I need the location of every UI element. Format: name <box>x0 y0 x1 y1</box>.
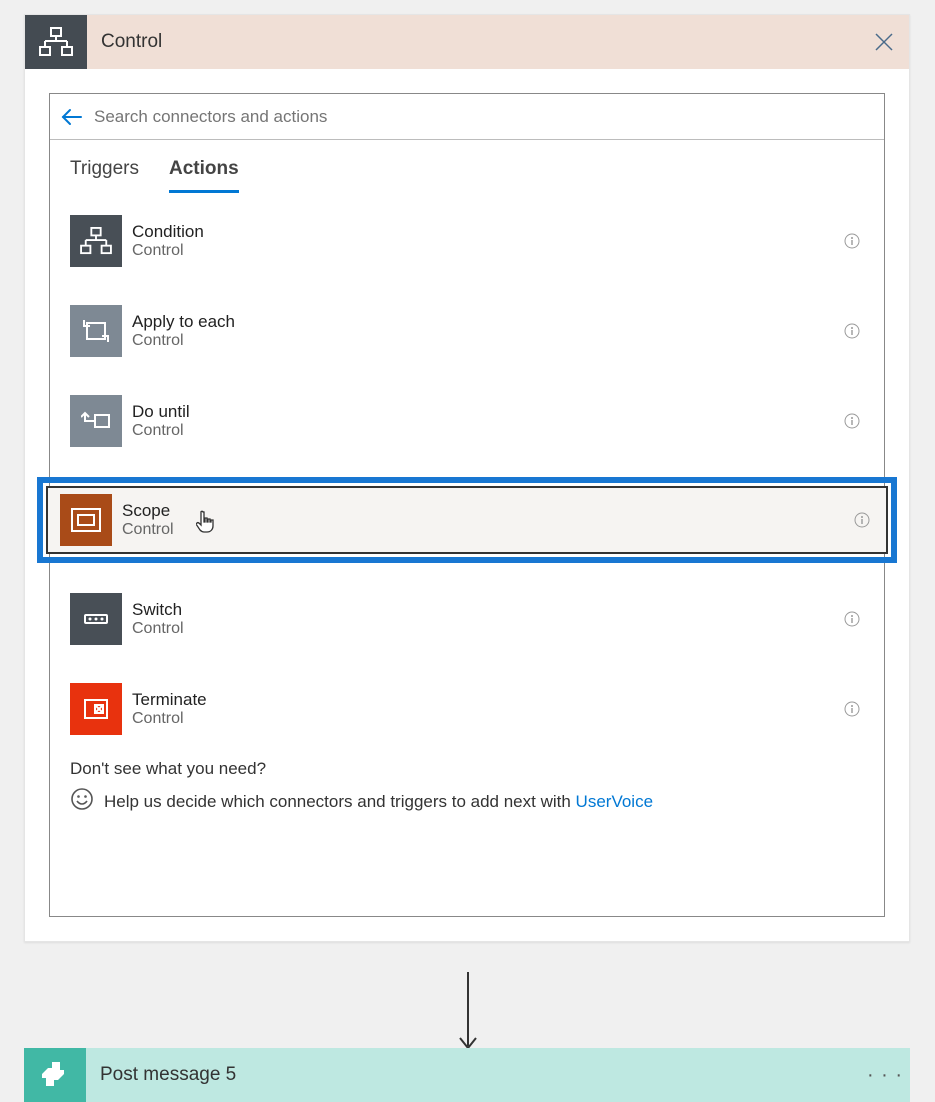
arrow-left-icon <box>61 108 83 126</box>
action-subtitle: Control <box>122 521 850 539</box>
action-text: Apply to each Control <box>122 312 840 350</box>
action-item-apply-to-each[interactable]: Apply to each Control <box>50 297 884 365</box>
search-input[interactable] <box>94 95 884 139</box>
action-item-condition[interactable]: Condition Control <box>50 207 884 275</box>
footer-text: Help us decide which connectors and trig… <box>104 792 653 812</box>
connector-icon <box>24 1048 86 1102</box>
footer-help-text: Help us decide which connectors and trig… <box>104 792 576 811</box>
card-title: Control <box>87 31 859 53</box>
footer-row: Help us decide which connectors and trig… <box>70 787 864 816</box>
card-header: Control <box>25 15 909 69</box>
action-subtitle: Control <box>132 332 840 350</box>
footer-hint: Don't see what you need? Help us decide … <box>50 755 884 916</box>
info-icon[interactable] <box>840 697 864 721</box>
action-picker-card: Control <box>24 14 910 942</box>
action-title: Scope <box>122 501 850 521</box>
info-icon[interactable] <box>840 607 864 631</box>
action-subtitle: Control <box>132 620 840 638</box>
scope-icon <box>60 494 112 546</box>
card-body: Triggers Actions Condition Control <box>25 69 909 941</box>
action-title: Switch <box>132 600 840 620</box>
smile-icon <box>70 787 94 816</box>
action-title: Apply to each <box>132 312 840 332</box>
step-more-button[interactable]: · · · <box>860 1064 910 1087</box>
action-item-terminate[interactable]: Terminate Control <box>50 675 884 743</box>
uservoice-link[interactable]: UserVoice <box>576 792 653 811</box>
action-item-switch[interactable]: Switch Control <box>50 585 884 653</box>
close-button[interactable] <box>859 15 909 69</box>
action-title: Terminate <box>132 690 840 710</box>
info-icon[interactable] <box>840 409 864 433</box>
action-text: Scope Control <box>112 501 850 539</box>
action-item-scope[interactable]: Scope Control <box>46 486 888 554</box>
tabs: Triggers Actions <box>50 140 884 193</box>
action-title: Condition <box>132 222 840 242</box>
close-icon <box>875 33 893 51</box>
info-icon[interactable] <box>840 229 864 253</box>
action-item-do-until[interactable]: Do until Control <box>50 387 884 455</box>
action-text: Terminate Control <box>122 690 840 728</box>
control-connector-icon <box>25 15 87 69</box>
search-panel: Triggers Actions Condition Control <box>49 93 885 917</box>
tab-triggers[interactable]: Triggers <box>70 158 139 193</box>
condition-icon <box>70 215 122 267</box>
action-title: Do until <box>132 402 840 422</box>
info-icon[interactable] <box>840 319 864 343</box>
action-list: Condition Control Apply to each Control <box>50 193 884 743</box>
flow-connector-arrow <box>456 972 480 1056</box>
action-subtitle: Control <box>132 710 840 728</box>
action-text: Do until Control <box>122 402 840 440</box>
do-until-icon <box>70 395 122 447</box>
highlighted-scope-row: Scope Control <box>37 477 897 563</box>
next-step-card[interactable]: Post message 5 · · · <box>24 1048 910 1102</box>
terminate-icon <box>70 683 122 735</box>
info-icon[interactable] <box>850 508 874 532</box>
switch-icon <box>70 593 122 645</box>
search-bar <box>50 94 884 140</box>
footer-question: Don't see what you need? <box>70 759 864 779</box>
foreach-icon <box>70 305 122 357</box>
action-subtitle: Control <box>132 422 840 440</box>
tab-actions[interactable]: Actions <box>169 158 239 193</box>
action-text: Condition Control <box>122 222 840 260</box>
next-step-title: Post message 5 <box>86 1064 860 1086</box>
action-subtitle: Control <box>132 242 840 260</box>
back-button[interactable] <box>50 108 94 126</box>
action-text: Switch Control <box>122 600 840 638</box>
